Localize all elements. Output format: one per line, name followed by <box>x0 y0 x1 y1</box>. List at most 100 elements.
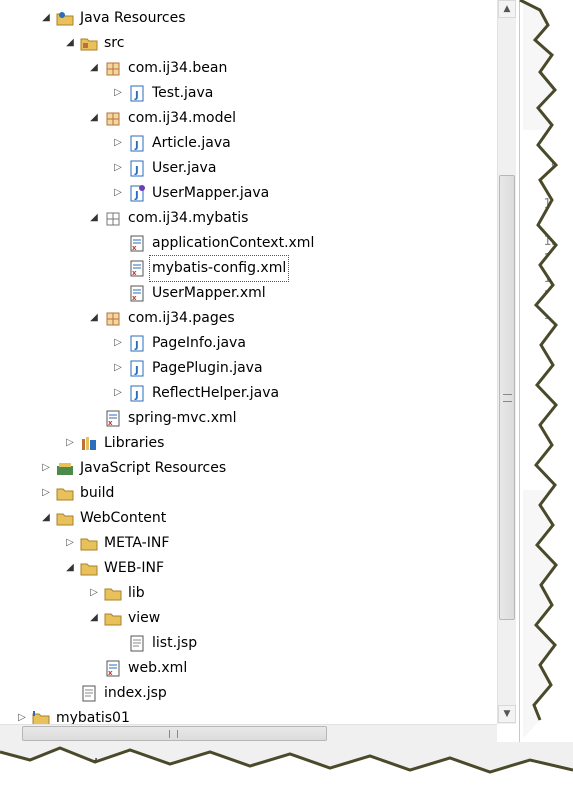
tree-row[interactable]: x applicationContext.xml <box>0 231 497 256</box>
libraries-icon <box>80 435 98 452</box>
java-file-icon: J <box>128 160 146 177</box>
source-folder-icon <box>80 35 98 52</box>
expand-arrow-icon[interactable]: ▷ <box>40 487 52 499</box>
expand-arrow-icon[interactable]: ▷ <box>112 162 124 174</box>
svg-text:x: x <box>108 669 113 677</box>
tree-item-label: META-INF <box>104 535 170 551</box>
tree-row[interactable]: ▷ J Article.java <box>0 131 497 156</box>
line-number: 11 <box>543 196 559 212</box>
expand-arrow-icon[interactable]: ▷ <box>112 337 124 349</box>
tree-item-label: com.ij34.pages <box>128 310 235 326</box>
java-file-icon: J <box>128 360 146 377</box>
tree-row[interactable]: ◢ com.ij34.mybatis <box>0 206 497 231</box>
expand-arrow-icon[interactable]: ▷ <box>112 187 124 199</box>
expand-arrow-icon[interactable]: ▷ <box>16 712 28 724</box>
line-number: 14 <box>543 252 559 267</box>
collapse-arrow-icon[interactable]: ◢ <box>40 512 52 524</box>
expand-arrow-icon[interactable]: ▷ <box>112 362 124 374</box>
collapse-arrow-icon[interactable]: ◢ <box>88 112 100 124</box>
scroll-down-button[interactable]: ▼ <box>498 705 516 723</box>
line-number: 15 <box>543 270 559 286</box>
svg-text:x: x <box>108 419 113 427</box>
folder-icon <box>80 535 98 552</box>
line-number: 17 <box>543 307 559 323</box>
tree-row[interactable]: ◢ Java Resources <box>0 6 497 31</box>
java-file-icon: J <box>128 85 146 102</box>
tree-row[interactable]: ▷ J User.java <box>0 156 497 181</box>
tree-row[interactable]: x UserMapper.xml <box>0 281 497 306</box>
tree-row[interactable]: ▷ J PagePlugin.java <box>0 356 497 381</box>
vertical-scroll-thumb[interactable] <box>499 175 515 620</box>
line-number: 10 <box>543 178 559 193</box>
package-icon <box>104 60 122 77</box>
line-number: 16 <box>543 289 559 304</box>
javascript-resources-icon <box>56 460 74 477</box>
tree-row[interactable]: ◢ com.ij34.bean <box>0 56 497 81</box>
tree-row[interactable]: ▷ lib <box>0 581 497 606</box>
vertical-scrollbar[interactable]: ▲ ▼ <box>497 0 516 724</box>
expand-arrow-icon[interactable]: ▷ <box>64 437 76 449</box>
tree-row[interactable]: ◢ com.ij34.model <box>0 106 497 131</box>
line-number-gutter: 8 9 10 11 12 13 14 15 16 17 <box>523 130 561 490</box>
tree-row[interactable]: index.jsp <box>0 681 497 706</box>
tree-row[interactable]: ◢ src <box>0 31 497 56</box>
tree-item-label: UserMapper.xml <box>152 285 266 301</box>
folder-icon <box>104 585 122 602</box>
collapse-arrow-icon[interactable]: ◢ <box>64 37 76 49</box>
tree-row[interactable]: ▷ META-INF <box>0 531 497 556</box>
tree-item-label: com.ij34.bean <box>128 60 228 76</box>
expand-arrow-icon[interactable]: ▷ <box>112 137 124 149</box>
collapse-arrow-icon[interactable]: ◢ <box>64 562 76 574</box>
java-interface-icon: J <box>128 185 146 202</box>
status-text: selected <box>58 756 118 772</box>
expand-arrow-icon[interactable]: ▷ <box>40 462 52 474</box>
tree-row[interactable]: x spring-mvc.xml <box>0 406 497 431</box>
tree-row[interactable]: ◢ WebContent <box>0 506 497 531</box>
package-icon <box>104 310 122 327</box>
tree-item-label: spring-mvc.xml <box>128 410 237 426</box>
xml-file-icon: x <box>104 410 122 427</box>
tree-row[interactable]: ▷ build <box>0 481 497 506</box>
java-file-icon: J <box>128 135 146 152</box>
folder-icon <box>104 610 122 627</box>
xml-file-icon: x <box>128 235 146 252</box>
tree-item-label: list.jsp <box>152 635 198 651</box>
xml-file-icon: x <box>128 285 146 302</box>
tree-row[interactable]: ◢ view <box>0 606 497 631</box>
jsp-file-icon <box>80 685 98 702</box>
scroll-up-button[interactable]: ▲ <box>498 0 516 18</box>
tree-item-label: WebContent <box>80 510 167 526</box>
expand-arrow-icon[interactable]: ▷ <box>88 587 100 599</box>
svg-text:J: J <box>134 365 139 376</box>
collapse-arrow-icon[interactable]: ◢ <box>88 212 100 224</box>
tree-row[interactable]: ▷ J UserMapper.java <box>0 181 497 206</box>
expand-arrow-icon[interactable]: ▷ <box>112 87 124 99</box>
tree-row[interactable]: ▷ J Test.java <box>0 81 497 106</box>
tree-row[interactable]: ▷ JavaScript Resources <box>0 456 497 481</box>
tree-row[interactable]: x web.xml <box>0 656 497 681</box>
horizontal-scroll-thumb[interactable] <box>22 726 327 741</box>
tree-row[interactable]: list.jsp <box>0 631 497 656</box>
tree-item-label: build <box>80 485 115 501</box>
collapse-arrow-icon[interactable]: ◢ <box>88 312 100 324</box>
tree-row[interactable]: x mybatis-config.xml <box>0 255 497 282</box>
tree-row[interactable]: ◢ com.ij34.pages <box>0 306 497 331</box>
tree-row[interactable]: ▷ J PageInfo.java <box>0 331 497 356</box>
tree-item-label: PagePlugin.java <box>152 360 263 376</box>
tree-item-label: UserMapper.java <box>152 185 270 201</box>
line-number: 8 <box>551 141 559 156</box>
tree-item-label: applicationContext.xml <box>152 235 315 251</box>
collapse-arrow-icon[interactable]: ◢ <box>40 12 52 24</box>
line-number: 9 <box>551 159 559 175</box>
expand-arrow-icon[interactable]: ▷ <box>64 537 76 549</box>
tree-item-label: src <box>104 35 125 51</box>
tree-row[interactable]: ▷ Libraries <box>0 431 497 456</box>
tree-row[interactable]: ▷ J ReflectHelper.java <box>0 381 497 406</box>
java-file-icon: J <box>128 335 146 352</box>
line-number: 13 <box>543 233 559 249</box>
tree-row[interactable]: ◢ WEB-INF <box>0 556 497 581</box>
collapse-arrow-icon[interactable]: ◢ <box>88 62 100 74</box>
collapse-arrow-icon[interactable]: ◢ <box>88 612 100 624</box>
expand-arrow-icon[interactable]: ▷ <box>112 387 124 399</box>
horizontal-scrollbar[interactable] <box>0 724 497 742</box>
